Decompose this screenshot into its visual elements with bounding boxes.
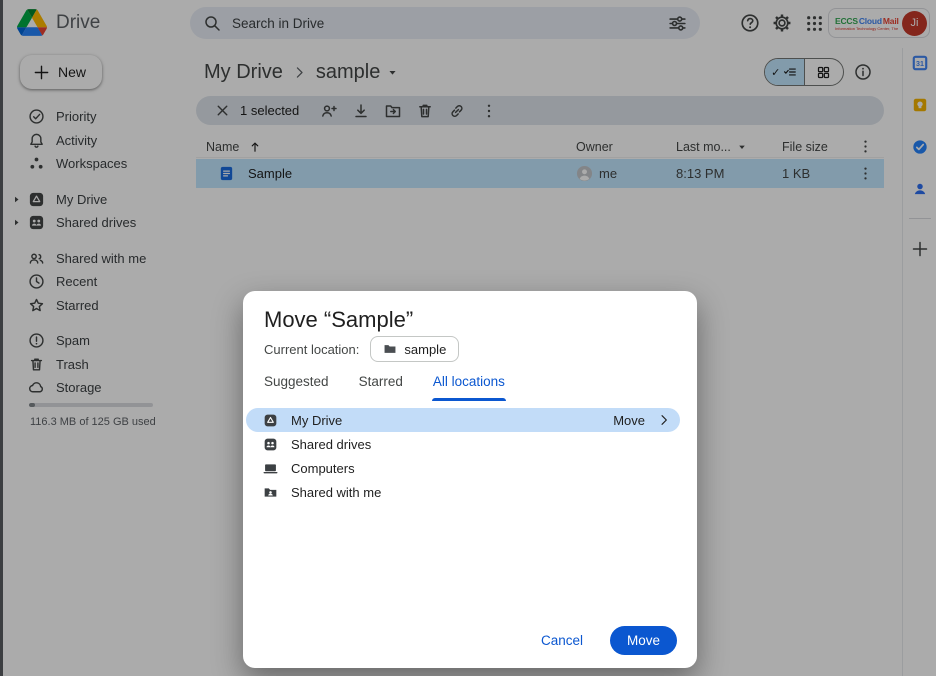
current-location-chip: sample xyxy=(370,336,459,362)
location-label: Computers xyxy=(291,461,355,476)
location-row-shared-with-me[interactable]: Shared with me xyxy=(246,480,680,504)
computer-icon xyxy=(263,461,278,476)
location-label: Shared with me xyxy=(291,485,381,500)
tab-starred[interactable]: Starred xyxy=(359,374,403,398)
tab-suggested[interactable]: Suggested xyxy=(264,374,329,398)
shared-drives-icon xyxy=(263,437,278,452)
location-row-computers[interactable]: Computers xyxy=(246,456,680,480)
chevron-right-icon[interactable] xyxy=(657,413,671,427)
folder-icon xyxy=(383,342,397,356)
dialog-tabs: Suggested Starred All locations xyxy=(264,374,505,398)
current-location-row: Current location: sample xyxy=(264,336,459,362)
location-row-my-drive[interactable]: My Drive Move xyxy=(246,408,680,432)
my-drive-icon xyxy=(263,413,278,428)
folder-shared-icon xyxy=(263,485,278,500)
dialog-title: Move “Sample” xyxy=(264,307,413,333)
location-list: My Drive Move Shared drives Computers Sh… xyxy=(246,408,680,504)
move-button[interactable]: Move xyxy=(610,626,677,655)
current-location-label: Current location: xyxy=(264,342,359,357)
tab-all-locations[interactable]: All locations xyxy=(433,374,505,398)
move-dialog: Move “Sample” Current location: sample S… xyxy=(243,291,697,668)
location-label: Shared drives xyxy=(291,437,371,452)
cancel-button[interactable]: Cancel xyxy=(541,633,583,648)
dialog-footer: Cancel Move xyxy=(541,626,677,655)
location-label: My Drive xyxy=(291,413,342,428)
location-row-shared-drives[interactable]: Shared drives xyxy=(246,432,680,456)
move-here-label[interactable]: Move xyxy=(613,413,645,428)
current-location-name: sample xyxy=(404,342,446,357)
